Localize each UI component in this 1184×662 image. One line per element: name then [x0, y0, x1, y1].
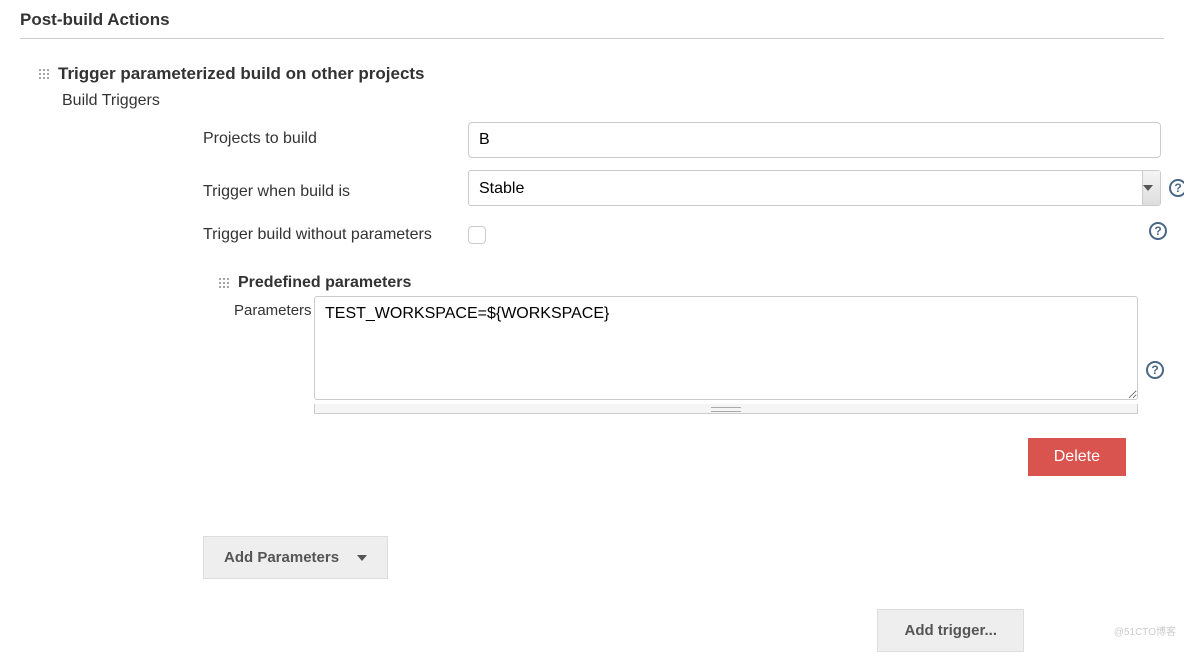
drag-handle-icon[interactable]	[38, 68, 50, 80]
watermark: @51CTO博客	[1114, 623, 1176, 638]
parameters-label: Parameters	[234, 296, 314, 319]
help-icon[interactable]: ?	[1169, 179, 1184, 197]
add-parameters-label: Add Parameters	[224, 549, 339, 566]
parameters-textarea[interactable]: TEST_WORKSPACE=${WORKSPACE}	[314, 296, 1138, 400]
trigger-when-select[interactable]: Stable	[468, 170, 1161, 206]
chevron-down-icon	[357, 555, 367, 561]
delete-button[interactable]: Delete	[1028, 438, 1126, 476]
drag-handle-icon[interactable]	[218, 277, 230, 289]
resize-handle[interactable]	[314, 404, 1138, 414]
section-title: Post-build Actions	[20, 10, 1164, 39]
trigger-when-label: Trigger when build is	[203, 175, 468, 201]
block-title: Trigger parameterized build on other pro…	[58, 64, 425, 84]
help-icon[interactable]: ?	[1146, 361, 1164, 379]
projects-to-build-label: Projects to build	[203, 122, 468, 148]
trigger-without-params-checkbox[interactable]	[468, 226, 486, 244]
projects-to-build-input[interactable]	[468, 122, 1161, 158]
trigger-without-params-label: Trigger build without parameters	[203, 218, 468, 244]
help-icon[interactable]: ?	[1149, 222, 1167, 240]
predefined-params-title: Predefined parameters	[238, 274, 411, 292]
add-parameters-button[interactable]: Add Parameters	[203, 536, 388, 579]
build-triggers-subtitle: Build Triggers	[38, 92, 1164, 110]
